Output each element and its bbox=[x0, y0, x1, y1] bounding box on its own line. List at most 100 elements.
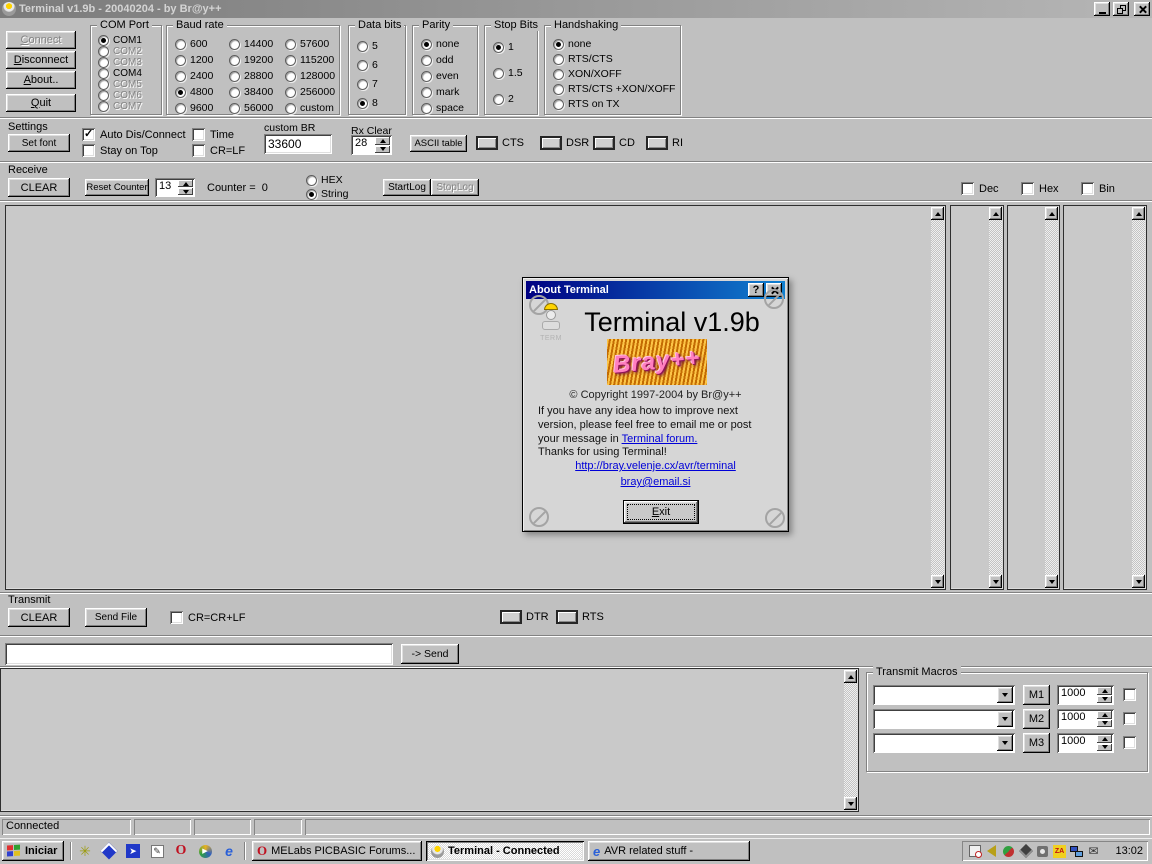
scrollbar-track[interactable] bbox=[844, 683, 857, 797]
dropdown-button[interactable] bbox=[997, 735, 1013, 751]
radio-handshake-rtscts-xonxoff[interactable]: RTS/CTS +XON/XOFF bbox=[553, 83, 675, 95]
scroll-up-button[interactable] bbox=[1045, 207, 1058, 220]
string-radio[interactable]: String bbox=[306, 188, 348, 200]
receive-display-bin[interactable] bbox=[1063, 205, 1147, 590]
scroll-down-button[interactable] bbox=[844, 797, 857, 810]
tray-network-icon[interactable] bbox=[1069, 844, 1084, 859]
quicklaunch-pointer-icon[interactable]: ➤ bbox=[124, 842, 142, 860]
scrollbar-track[interactable] bbox=[1045, 220, 1058, 575]
tray-lock-icon[interactable] bbox=[1035, 844, 1050, 859]
radio-com5[interactable]: COM5 bbox=[98, 79, 142, 90]
scroll-down-button[interactable] bbox=[1132, 575, 1145, 588]
spin-up-button[interactable] bbox=[1097, 711, 1112, 719]
macro2-delay-spinner[interactable]: 1000 bbox=[1057, 709, 1114, 729]
scrollbar-track[interactable] bbox=[931, 220, 944, 575]
spin-down-button[interactable] bbox=[375, 146, 390, 154]
radio-databits-6[interactable]: 6 bbox=[357, 59, 378, 71]
send-file-button[interactable]: Send File bbox=[85, 608, 147, 627]
scroll-up-button[interactable] bbox=[931, 207, 944, 220]
radio-baud-57600[interactable]: 57600 bbox=[285, 38, 335, 50]
radio-parity-even[interactable]: even bbox=[421, 70, 464, 82]
minimize-button[interactable] bbox=[1094, 2, 1110, 16]
transmit-history-scrollbar[interactable] bbox=[844, 670, 857, 810]
radio-com3[interactable]: COM3 bbox=[98, 57, 142, 68]
hex-radio[interactable]: HEX bbox=[306, 174, 343, 186]
custom-br-input[interactable] bbox=[264, 134, 332, 154]
radio-baud-38400[interactable]: 38400 bbox=[229, 86, 273, 98]
radio-handshake-rtscts[interactable]: RTS/CTS bbox=[553, 53, 675, 65]
spin-up-button[interactable] bbox=[1097, 735, 1112, 743]
radio-handshake-xonxoff[interactable]: XON/XOFF bbox=[553, 68, 675, 80]
receive-clear-button[interactable]: CLEAR bbox=[8, 178, 70, 197]
hex-pane-scrollbar[interactable] bbox=[1045, 207, 1058, 588]
quit-button[interactable]: Quit bbox=[6, 94, 76, 112]
radio-databits-5[interactable]: 5 bbox=[357, 40, 378, 52]
receive-display-dec[interactable] bbox=[950, 205, 1004, 590]
radio-handshake-rts-on-tx[interactable]: RTS on TX bbox=[553, 98, 675, 110]
tray-messenger-icon[interactable] bbox=[1001, 844, 1016, 859]
macro1-combobox[interactable] bbox=[873, 685, 1015, 705]
quicklaunch-notes-icon[interactable] bbox=[100, 842, 118, 860]
radio-baud-4800[interactable]: 4800 bbox=[175, 86, 213, 98]
time-checkbox[interactable]: Time bbox=[192, 128, 234, 141]
transmit-history-pane[interactable] bbox=[0, 668, 859, 812]
disconnect-button[interactable]: Disconnect bbox=[6, 51, 76, 69]
radio-baud-9600[interactable]: 9600 bbox=[175, 102, 213, 114]
radio-parity-mark[interactable]: mark bbox=[421, 86, 464, 98]
task-avr-related-stuff[interactable]: e AVR related stuff - bbox=[588, 841, 750, 861]
quicklaunch-opera-icon[interactable]: O bbox=[172, 842, 190, 860]
about-button[interactable]: About.. bbox=[6, 71, 76, 89]
radio-baud-600[interactable]: 600 bbox=[175, 38, 213, 50]
send-input[interactable] bbox=[5, 643, 393, 665]
exit-button[interactable]: Exit bbox=[623, 500, 699, 524]
scroll-up-button[interactable] bbox=[1132, 207, 1145, 220]
macro3-combobox[interactable] bbox=[873, 733, 1015, 753]
scroll-up-button[interactable] bbox=[989, 207, 1002, 220]
macro1-button[interactable]: M1 bbox=[1023, 685, 1050, 705]
radio-baud-28800[interactable]: 28800 bbox=[229, 70, 273, 82]
quicklaunch-ie-icon[interactable]: e bbox=[220, 842, 238, 860]
spin-down-button[interactable] bbox=[1097, 720, 1112, 728]
radio-databits-8[interactable]: 8 bbox=[357, 97, 378, 109]
radio-baud-1200[interactable]: 1200 bbox=[175, 54, 213, 66]
transmit-clear-button[interactable]: CLEAR bbox=[8, 608, 70, 627]
radio-baud-256000[interactable]: 256000 bbox=[285, 86, 335, 98]
dropdown-button[interactable] bbox=[997, 687, 1013, 703]
quicklaunch-notepad-icon[interactable]: ✎ bbox=[148, 842, 166, 860]
quicklaunch-starburst-icon[interactable]: ✳ bbox=[76, 842, 94, 860]
task-melabs-forums[interactable]: O MELabs PICBASIC Forums... bbox=[252, 841, 422, 861]
radio-baud-56000[interactable]: 56000 bbox=[229, 102, 273, 114]
bin-view-checkbox[interactable]: Bin bbox=[1081, 182, 1115, 195]
scroll-up-button[interactable] bbox=[844, 670, 857, 683]
radio-parity-odd[interactable]: odd bbox=[421, 54, 464, 66]
tray-graph-icon[interactable] bbox=[1018, 844, 1033, 859]
cr-crlf-checkbox[interactable]: CR=CR+LF bbox=[170, 611, 245, 624]
ascii-table-button[interactable]: ASCII table bbox=[410, 135, 467, 152]
email-link[interactable]: bray@email.si bbox=[621, 476, 691, 488]
radio-com7[interactable]: COM7 bbox=[98, 101, 142, 112]
receive-display-main[interactable] bbox=[5, 205, 946, 590]
radio-parity-space[interactable]: space bbox=[421, 102, 464, 114]
scrollbar-track[interactable] bbox=[989, 220, 1002, 575]
macro2-button[interactable]: M2 bbox=[1023, 709, 1050, 729]
macro3-delay-spinner[interactable]: 1000 bbox=[1057, 733, 1114, 753]
dropdown-button[interactable] bbox=[997, 711, 1013, 727]
title-bar[interactable]: Terminal v1.9b - 20040204 - by Br@y++ bbox=[0, 0, 1152, 18]
start-log-button[interactable]: StartLog bbox=[383, 179, 431, 196]
quicklaunch-mediaplayer-icon[interactable]: ▶ bbox=[196, 842, 214, 860]
dec-pane-scrollbar[interactable] bbox=[989, 207, 1002, 588]
radio-com4[interactable]: COM4 bbox=[98, 68, 142, 79]
radio-baud-115200[interactable]: 115200 bbox=[285, 54, 335, 66]
tray-zonealarm-icon[interactable]: ZA bbox=[1052, 844, 1067, 859]
macro1-delay-spinner[interactable]: 1000 bbox=[1057, 685, 1114, 705]
radio-com2[interactable]: COM2 bbox=[98, 46, 142, 57]
macro1-repeat-checkbox[interactable] bbox=[1123, 688, 1136, 701]
radio-baud-custom[interactable]: custom bbox=[285, 102, 335, 114]
set-font-button[interactable]: Set font bbox=[8, 134, 70, 152]
send-button[interactable]: -> Send bbox=[401, 644, 459, 664]
receive-main-scrollbar[interactable] bbox=[931, 207, 944, 588]
tray-mail-icon[interactable]: ✉ bbox=[1086, 844, 1101, 859]
radio-stopbits-1[interactable]: 1 bbox=[493, 41, 523, 53]
radio-handshake-none[interactable]: none bbox=[553, 38, 675, 50]
spin-down-button[interactable] bbox=[1097, 744, 1112, 752]
